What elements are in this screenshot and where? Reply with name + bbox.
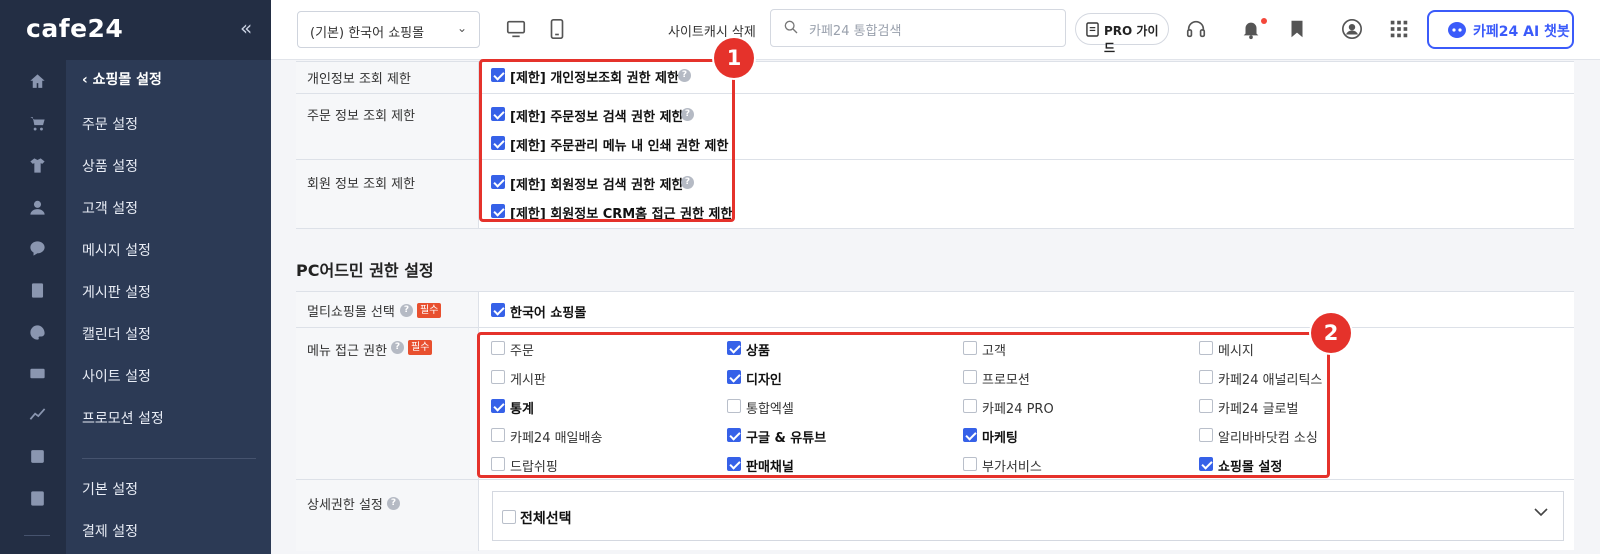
step-badge-2: 2	[1311, 313, 1351, 353]
chart-line-icon[interactable]	[27, 404, 47, 424]
help-icon[interactable]: ?	[400, 304, 413, 317]
board-icon[interactable]	[27, 280, 47, 300]
sidebar-item[interactable]: 기본 설정	[82, 479, 138, 499]
select-all-checkbox[interactable]	[502, 510, 516, 524]
sidebar-item[interactable]: 게시판 설정	[82, 282, 151, 302]
chevron-down-icon: ⌄	[456, 21, 467, 35]
highlight-box-1	[479, 59, 735, 222]
help-icon[interactable]: ?	[387, 497, 400, 510]
clear-site-cache-link[interactable]: 사이트캐시 삭제	[668, 21, 756, 40]
sidebar-back-link[interactable]: ‹ 쇼핑몰 설정	[82, 69, 162, 89]
chatbot-icon	[1448, 22, 1466, 38]
cafe24-logo[interactable]: cafe24	[26, 14, 123, 43]
ai-chatbot-button[interactable]: 카페24 AI 챗봇	[1427, 10, 1574, 49]
shirt-icon[interactable]	[27, 155, 47, 175]
headset-icon[interactable]	[1185, 18, 1207, 40]
sidebar-back-label: 쇼핑몰 설정	[92, 72, 162, 88]
chat-icon[interactable]	[27, 238, 47, 258]
bookmark-icon[interactable]	[1286, 18, 1308, 40]
help-icon[interactable]: ?	[391, 341, 404, 354]
chart-bar-icon[interactable]	[27, 446, 47, 466]
search-placeholder: 카페24 통합검색	[809, 24, 902, 39]
notification-dot	[1261, 18, 1267, 24]
detail-permission-accordion[interactable]: 전체선택	[492, 491, 1564, 541]
bell-icon[interactable]	[1240, 18, 1262, 40]
required-badge: 필수	[408, 340, 433, 355]
palette-icon[interactable]	[27, 322, 47, 342]
chevron-down-icon[interactable]	[1533, 504, 1549, 520]
pro-guide-button[interactable]: PRO 가이드	[1075, 13, 1169, 55]
row-label: 주문 정보 조회 제한	[307, 109, 416, 124]
highlight-box-2	[477, 332, 1330, 478]
step-badge-1: 1	[714, 38, 754, 78]
row-label: 상세권한 설정	[307, 498, 383, 513]
sidebar-item[interactable]: 프로모션 설정	[82, 408, 164, 428]
sidebar-item[interactable]: 사이트 설정	[82, 366, 151, 386]
row-label: 메뉴 접근 권한	[307, 344, 388, 359]
rail-divider	[24, 535, 50, 536]
excel-icon[interactable]	[27, 488, 47, 508]
cart-icon[interactable]	[27, 113, 47, 133]
chevron-left-icon: ‹	[82, 72, 93, 88]
sidebar-divider	[82, 458, 256, 459]
select-all-label: 전체선택	[520, 511, 572, 527]
grid-apps-icon[interactable]	[1388, 18, 1410, 40]
mall-select-dropdown[interactable]: (기본) 한국어 쇼핑몰 ⌄	[297, 11, 480, 48]
document-icon	[1086, 22, 1099, 37]
sidebar-item[interactable]: 캘린더 설정	[82, 324, 151, 344]
row-label: 개인정보 조회 제한	[307, 72, 411, 87]
sidebar-item[interactable]: 상품 설정	[82, 156, 138, 176]
row-label: 멀티쇼핑몰 선택	[307, 305, 395, 320]
logo-bar: cafe24 «	[0, 0, 271, 60]
promo-icon[interactable]	[27, 363, 47, 383]
mall-select-value: (기본) 한국어 쇼핑몰	[310, 26, 425, 41]
required-badge: 필수	[417, 303, 442, 318]
ai-chatbot-label: 카페24 AI 챗봇	[1473, 24, 1570, 40]
home-icon[interactable]	[27, 71, 47, 91]
person-icon[interactable]	[27, 197, 47, 217]
search-input[interactable]: 카페24 통합검색	[770, 9, 1066, 47]
collapse-sidebar-button[interactable]: «	[240, 16, 252, 40]
search-icon	[784, 20, 798, 34]
row-label: 회원 정보 조회 제한	[307, 177, 416, 192]
sidebar-item[interactable]: 메시지 설정	[82, 240, 151, 260]
table-row: 멀티쇼핑몰 선택	[296, 292, 1574, 328]
desktop-view-icon[interactable]	[505, 18, 527, 40]
sidebar-item[interactable]: 고객 설정	[82, 198, 138, 218]
korean-mall-checkbox[interactable]	[491, 303, 505, 317]
mobile-view-icon[interactable]	[546, 18, 568, 40]
section-title: PC어드민 권한 설정	[296, 261, 434, 280]
sidebar-item[interactable]: 주문 설정	[82, 114, 138, 134]
user-icon[interactable]	[1341, 18, 1363, 40]
sidebar-item[interactable]: 결제 설정	[82, 521, 138, 541]
checkbox-label: 한국어 쇼핑몰	[510, 306, 587, 321]
